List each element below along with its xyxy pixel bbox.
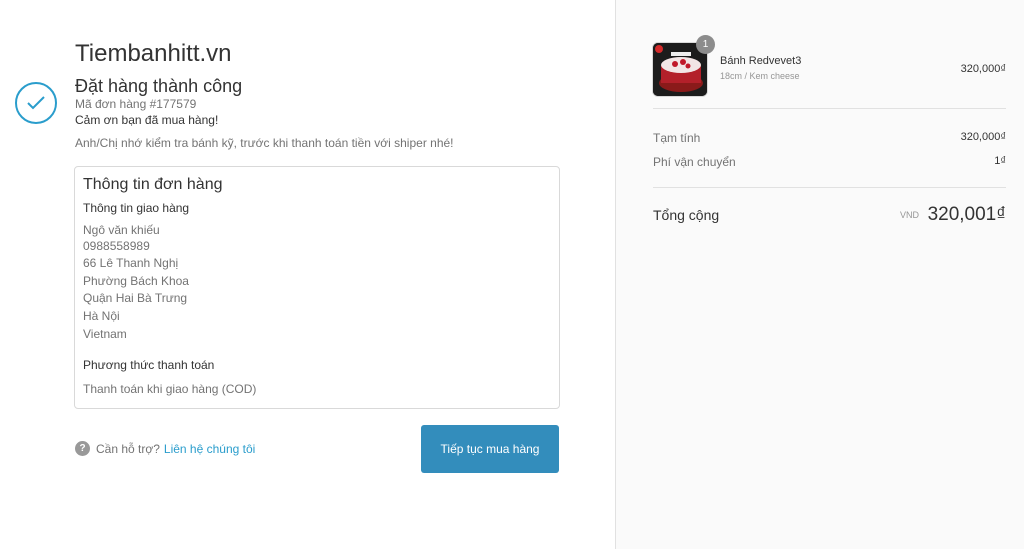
- order-number: Mã đơn hàng #177579: [75, 97, 197, 111]
- customer-name: Ngô văn khiếu: [83, 223, 160, 237]
- payment-method: Thanh toán khi giao hàng (COD): [83, 382, 257, 396]
- main-content: Tiembanhitt.vn Đặt hàng thành công Mã đơ…: [0, 0, 615, 549]
- order-info-title: Thông tin đơn hàng: [83, 176, 223, 193]
- contact-link[interactable]: Liên hệ chúng tôi: [164, 442, 255, 456]
- shipping-fee-value: 1₫: [994, 155, 1006, 167]
- subtotal-label: Tạm tính: [653, 131, 701, 145]
- address-district: Quận Hai Bà Trưng: [83, 291, 188, 305]
- total-currency: VND: [899, 210, 919, 220]
- help-section: ? Cần hỗ trợ? Liên hệ chúng tôi: [75, 441, 255, 456]
- product-variant: 18cm / Kem cheese: [720, 71, 800, 81]
- continue-shopping-button[interactable]: Tiếp tục mua hàng: [421, 425, 559, 473]
- thanks-message: Cảm ơn bạn đã mua hàng!: [75, 113, 219, 127]
- check-circle-icon: [15, 82, 57, 124]
- order-info-box: Thông tin đơn hàng Thông tin giao hàng N…: [74, 166, 560, 409]
- shipping-fee-label: Phí vận chuyển: [653, 155, 736, 169]
- product-name: Bánh Redvevet3: [720, 55, 802, 67]
- help-label: Cần hỗ trợ?: [96, 441, 160, 456]
- address-ward: Phường Bách Khoa: [83, 274, 189, 288]
- total-value: 320,001₫: [927, 204, 1006, 225]
- shipping-info-title: Thông tin giao hàng: [83, 201, 190, 215]
- product-price: 320,000₫: [960, 63, 1006, 75]
- total-label: Tổng cộng: [653, 207, 720, 223]
- success-title: Đặt hàng thành công: [75, 76, 243, 96]
- question-icon: ?: [75, 441, 90, 456]
- address-country: Vietnam: [83, 327, 127, 341]
- payment-title: Phương thức thanh toán: [83, 358, 215, 372]
- quantity-badge: 1: [696, 35, 715, 54]
- store-logo[interactable]: Tiembanhitt.vn: [75, 40, 232, 68]
- inspection-note: Anh/Chị nhớ kiểm tra bánh kỹ, trước khi …: [75, 136, 454, 150]
- subtotal-value: 320,000₫: [960, 131, 1006, 143]
- divider: [653, 187, 1006, 188]
- order-summary-sidebar: 1 Bánh Redvevet3 18cm / Kem cheese 320,0…: [615, 0, 1024, 549]
- divider: [653, 108, 1006, 109]
- address-street: 66 Lê Thanh Nghị: [83, 256, 179, 270]
- customer-phone: 0988558989: [83, 239, 150, 253]
- address-city: Hà Nội: [83, 309, 120, 323]
